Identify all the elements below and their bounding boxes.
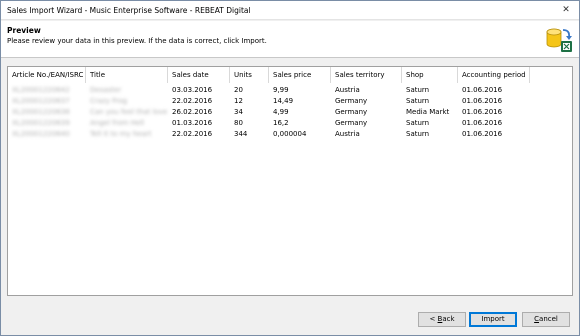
window-title: Sales Import Wizard - Music Enterprise S… (7, 6, 251, 15)
cell-accounting-period: 01.06.2016 (462, 130, 503, 138)
title-bar[interactable]: Sales Import Wizard - Music Enterprise S… (1, 1, 579, 20)
cell-territory: Germany (335, 97, 368, 105)
cell-units: 20 (234, 86, 243, 94)
cell-title: Desaster (90, 86, 122, 94)
table-row[interactable]: XL20001220638 Can you feel that love 26.… (8, 107, 530, 117)
cell-sales-date: 01.03.2016 (172, 119, 213, 127)
back-button-label: ack (442, 315, 455, 323)
cell-territory: Austria (335, 86, 360, 94)
page-subtitle: Please review your data in this preview.… (7, 37, 267, 45)
cell-accounting-period: 01.06.2016 (462, 108, 503, 116)
cancel-button[interactable]: Cancel (522, 312, 570, 327)
import-button[interactable]: Import (469, 312, 517, 327)
column-header-sales-price[interactable]: Sales price (269, 67, 331, 83)
cell-sales-price: 0,000004 (273, 130, 307, 138)
cell-accounting-period: 01.06.2016 (462, 86, 503, 94)
cell-sales-date: 03.03.2016 (172, 86, 213, 94)
database-import-icon (546, 28, 572, 52)
cell-units: 80 (234, 119, 243, 127)
cell-sales-price: 14,49 (273, 97, 294, 105)
back-button[interactable]: < Back (418, 312, 466, 327)
preview-table[interactable]: Article No./EAN/ISRC Title Sales date Un… (7, 66, 573, 296)
wizard-header: Preview Please review your data in this … (1, 21, 579, 58)
cell-accounting-period: 01.06.2016 (462, 97, 503, 105)
cell-units: 34 (234, 108, 243, 116)
cell-territory: Austria (335, 130, 360, 138)
column-header-accounting-period[interactable]: Accounting period (458, 67, 530, 83)
column-header-units[interactable]: Units (230, 67, 269, 83)
column-header-article[interactable]: Article No./EAN/ISRC (8, 67, 86, 83)
cell-shop: Saturn (406, 130, 430, 138)
back-button-prefix: < (429, 315, 438, 323)
cell-territory: Germany (335, 119, 368, 127)
cell-title: Crazy Frog (90, 97, 128, 105)
column-header-title[interactable]: Title (86, 67, 168, 83)
cell-shop: Media Markt (406, 108, 450, 116)
table-row[interactable]: XL20001220642 Desaster 03.03.2016 20 9,9… (8, 85, 530, 95)
close-button[interactable]: ✕ (559, 4, 573, 17)
sales-import-wizard-window: Sales Import Wizard - Music Enterprise S… (0, 0, 580, 336)
cell-sales-price: 4,99 (273, 108, 289, 116)
cell-units: 12 (234, 97, 243, 105)
cell-article: XL20001220642 (12, 86, 70, 94)
table-row[interactable]: XL20001220637 Crazy Frog 22.02.2016 12 1… (8, 96, 530, 106)
cell-article: XL20001220638 (12, 108, 70, 116)
cell-article: XL20001220640 (12, 130, 70, 138)
cell-shop: Saturn (406, 86, 430, 94)
cell-shop: Saturn (406, 97, 430, 105)
table-row[interactable]: XL20001220639 Angel from Hell 01.03.2016… (8, 118, 530, 128)
cell-article: XL20001220639 (12, 119, 70, 127)
cell-sales-date: 26.02.2016 (172, 108, 213, 116)
cell-accounting-period: 01.06.2016 (462, 119, 503, 127)
table-row[interactable]: XL20001220640 Tell it to my heart 22.02.… (8, 129, 530, 139)
column-header-shop[interactable]: Shop (402, 67, 458, 83)
cell-title: Can you feel that love (90, 108, 168, 116)
column-header-sales-date[interactable]: Sales date (168, 67, 230, 83)
cell-title: Angel from Hell (90, 119, 145, 127)
cell-shop: Saturn (406, 119, 430, 127)
column-header-sales-territory[interactable]: Sales territory (331, 67, 402, 83)
cell-sales-date: 22.02.2016 (172, 97, 213, 105)
cell-article: XL20001220637 (12, 97, 70, 105)
cell-territory: Germany (335, 108, 368, 116)
cell-sales-date: 22.02.2016 (172, 130, 213, 138)
page-title: Preview (7, 26, 41, 35)
cell-sales-price: 9,99 (273, 86, 289, 94)
table-header: Article No./EAN/ISRC Title Sales date Un… (8, 67, 530, 83)
cancel-button-label: ancel (539, 315, 558, 323)
cell-sales-price: 16,2 (273, 119, 289, 127)
cell-units: 344 (234, 130, 248, 138)
cell-title: Tell it to my heart (90, 130, 152, 138)
